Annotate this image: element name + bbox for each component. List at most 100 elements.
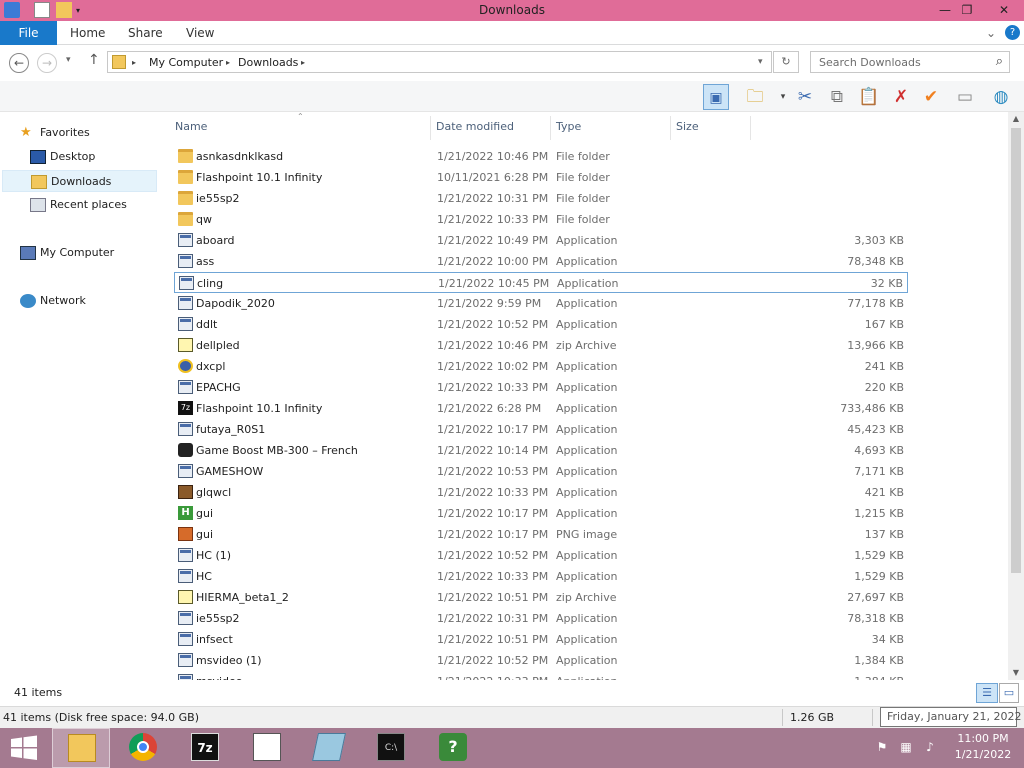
column-header-size[interactable]: Size xyxy=(676,120,699,133)
file-row[interactable]: dellpled 1/21/2022 10:46 PM zip Archive 13,… xyxy=(174,335,908,356)
scroll-up-icon[interactable]: ▲ xyxy=(1008,112,1024,126)
date-tooltip: Friday, January 21, 2022 xyxy=(880,707,1022,727)
file-row[interactable]: Hgui 1/21/2022 10:17 PM Application 1,215 K… xyxy=(174,503,908,524)
check-icon[interactable]: ✔ xyxy=(918,84,944,110)
file-row[interactable]: ie55sp2 1/21/2022 10:31 PM File folder xyxy=(174,188,908,209)
chevron-down-icon[interactable]: ⌄ xyxy=(986,21,996,45)
address-bar[interactable]: ▸ My Computer ▸ Downloads ▸ ▾ xyxy=(107,51,772,73)
taskbar-command-prompt[interactable]: C:\ xyxy=(362,728,420,768)
column-divider[interactable] xyxy=(670,116,671,140)
file-type: Application xyxy=(556,633,618,646)
file-row[interactable]: HIERMA_beta1_2 1/21/2022 10:51 PM zip Arch… xyxy=(174,587,908,608)
volume-icon[interactable]: ♪ xyxy=(922,740,938,756)
tab-share[interactable]: Share xyxy=(128,21,163,45)
file-row[interactable]: Game Boost MB-300 – French 1/21/2022 10:1… xyxy=(174,440,908,461)
maximize-button[interactable]: ❐ xyxy=(954,1,980,19)
preview-pane-icon[interactable]: ▣ xyxy=(703,84,729,110)
paste-icon[interactable]: 📋 xyxy=(856,84,882,110)
file-row[interactable]: cling 1/21/2022 10:45 PM Application 32 KB xyxy=(174,272,908,293)
file-row[interactable]: GAMESHOW 1/21/2022 10:53 PM Application 7,1… xyxy=(174,461,908,482)
breadcrumb-downloads[interactable]: Downloads xyxy=(238,56,298,69)
details-view-icon[interactable]: ☰ xyxy=(976,683,998,703)
file-row[interactable]: qw 1/21/2022 10:33 PM File folder xyxy=(174,209,908,230)
column-header-date[interactable]: Date modified xyxy=(436,120,514,133)
scroll-down-icon[interactable]: ▼ xyxy=(1008,666,1024,680)
close-button[interactable]: ✕ xyxy=(986,1,1022,19)
file-row[interactable]: glqwcl 1/21/2022 10:33 PM Application 421 K… xyxy=(174,482,908,503)
game-face-icon: ? xyxy=(439,733,467,761)
app-icon xyxy=(178,611,193,625)
scroll-thumb[interactable] xyxy=(1011,128,1021,573)
file-row[interactable]: ie55sp2 1/21/2022 10:31 PM Application 78,3… xyxy=(174,608,908,629)
file-date: 1/21/2022 10:17 PM xyxy=(437,528,549,541)
column-header-name[interactable]: Name xyxy=(175,120,207,133)
windows-start-button[interactable] xyxy=(8,734,40,762)
file-row[interactable]: ass 1/21/2022 10:00 PM Application 78,348 K… xyxy=(174,251,908,272)
vertical-scrollbar[interactable]: ▲ ▼ xyxy=(1008,112,1024,680)
chrome-icon xyxy=(129,733,157,761)
taskbar-file-explorer[interactable] xyxy=(52,728,110,768)
column-header-type[interactable]: Type xyxy=(556,120,581,133)
delete-icon[interactable]: ✗ xyxy=(888,84,914,110)
file-row[interactable]: msvideo 1/21/2022 10:33 PM Application 1,38… xyxy=(174,671,908,680)
network-tray-icon[interactable]: ▦ xyxy=(898,740,914,756)
zip-icon xyxy=(178,338,193,352)
nav-downloads[interactable]: Downloads xyxy=(2,170,157,192)
file-name: HC (1) xyxy=(196,549,232,562)
taskbar-7zip[interactable]: 7z xyxy=(176,728,234,768)
nav-recent-places[interactable]: Recent places xyxy=(30,194,155,216)
file-type: Application xyxy=(556,234,618,247)
file-row[interactable]: EPACHG 1/21/2022 10:33 PM Application 220 K… xyxy=(174,377,908,398)
large-icons-view-icon[interactable]: ▭ xyxy=(999,683,1019,703)
column-divider[interactable] xyxy=(750,116,751,140)
globe-icon[interactable]: ◍ xyxy=(988,84,1014,110)
file-row[interactable]: 7z Flashpoint 10.1 Infinity 1/21/2022 6:28… xyxy=(174,398,908,419)
refresh-button[interactable]: ↻ xyxy=(773,51,799,73)
taskbar-clock[interactable]: 11:00 PM 1/21/2022 xyxy=(948,731,1018,763)
search-icon[interactable]: ⌕ xyxy=(996,54,1003,69)
rename-icon[interactable]: ▭ xyxy=(952,84,978,110)
file-row[interactable]: futaya_R0S1 1/21/2022 10:17 PM Application… xyxy=(174,419,908,440)
folder-options-icon[interactable]: 🗀 xyxy=(742,84,768,110)
action-center-flag-icon[interactable]: ⚑ xyxy=(874,740,890,756)
taskbar-app[interactable] xyxy=(300,728,358,768)
column-divider[interactable] xyxy=(550,116,551,140)
cut-icon[interactable]: ✂ xyxy=(792,84,818,110)
file-date: 1/21/2022 10:45 PM xyxy=(438,277,550,290)
file-row[interactable]: dxcpl 1/21/2022 10:02 PM Application 241 KB xyxy=(174,356,908,377)
file-row[interactable]: Flashpoint 10.1 Infinity 10/11/2021 6:28 … xyxy=(174,167,908,188)
file-row[interactable]: Dapodik_2020 1/21/2022 9:59 PM Application… xyxy=(174,293,908,314)
file-row[interactable]: HC (1) 1/21/2022 10:52 PM Application 1,529… xyxy=(174,545,908,566)
search-input[interactable]: Search Downloads ⌕ xyxy=(810,51,1010,73)
address-history-chevron-icon[interactable]: ▾ xyxy=(758,57,763,67)
tab-home[interactable]: Home xyxy=(70,21,105,45)
breadcrumb-my-computer[interactable]: My Computer xyxy=(149,56,223,69)
nav-desktop[interactable]: Desktop xyxy=(30,146,150,168)
help-icon[interactable]: ? xyxy=(1005,25,1020,40)
search-placeholder: Search Downloads xyxy=(819,56,921,69)
tab-file[interactable]: File xyxy=(0,21,57,45)
folder-icon xyxy=(178,212,193,226)
up-arrow-icon[interactable]: ↑ xyxy=(88,52,100,68)
taskbar-chrome[interactable] xyxy=(114,728,172,768)
nav-favorites[interactable]: ★ Favorites xyxy=(20,122,150,144)
file-row[interactable]: gui 1/21/2022 10:17 PM PNG image 137 KB xyxy=(174,524,908,545)
file-row[interactable]: HC 1/21/2022 10:33 PM Application 1,529 KB xyxy=(174,566,908,587)
file-row[interactable]: ddlt 1/21/2022 10:52 PM Application 167 KB xyxy=(174,314,908,335)
file-row[interactable]: infsect 1/21/2022 10:51 PM Application 34 K… xyxy=(174,629,908,650)
taskbar-notepad[interactable] xyxy=(238,728,296,768)
nav-network-label: Network xyxy=(40,294,86,307)
app-icon xyxy=(178,569,193,583)
tab-view[interactable]: View xyxy=(186,21,214,45)
file-row[interactable]: msvideo (1) 1/21/2022 10:52 PM Application… xyxy=(174,650,908,671)
file-row[interactable]: asnkasdnklkasd 1/21/2022 10:46 PM File fol… xyxy=(174,146,908,167)
taskbar-app-game[interactable]: ? xyxy=(424,728,482,768)
nav-network[interactable]: Network xyxy=(20,290,150,312)
back-button[interactable]: ← xyxy=(9,53,29,73)
copy-icon[interactable]: ⧉ xyxy=(824,84,850,110)
nav-my-computer[interactable]: My Computer xyxy=(20,242,150,264)
column-divider[interactable] xyxy=(430,116,431,140)
file-row[interactable]: aboard 1/21/2022 10:49 PM Application 3,303… xyxy=(174,230,908,251)
forward-button[interactable]: → xyxy=(37,53,57,73)
recent-locations-chevron-icon[interactable]: ▾ xyxy=(66,55,71,65)
